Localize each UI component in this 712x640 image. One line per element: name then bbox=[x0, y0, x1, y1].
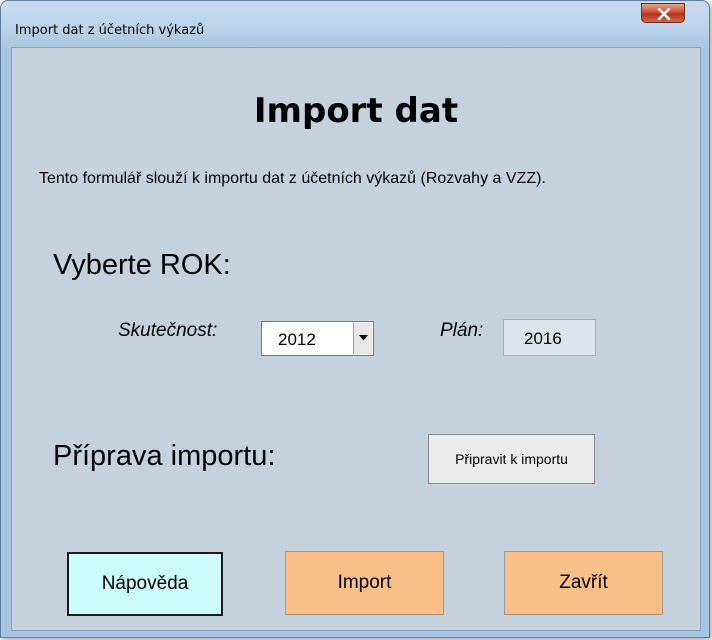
close-button[interactable]: Zavřít bbox=[504, 551, 663, 615]
form-description: Tento formulář slouží k importu dat z úč… bbox=[39, 170, 546, 187]
window-title: Import dat z účetních výkazů bbox=[15, 23, 205, 38]
form-heading: Import dat bbox=[253, 91, 459, 131]
prep-section-label: Příprava importu: bbox=[53, 440, 276, 472]
title-bar[interactable]: Import dat z účetních výkazů bbox=[1, 1, 709, 41]
dropdown-button[interactable] bbox=[353, 323, 372, 354]
prepare-import-button[interactable]: Připravit k importu bbox=[428, 434, 595, 484]
actual-year-label: Skutečnost: bbox=[118, 320, 218, 341]
help-button[interactable]: Nápověda bbox=[67, 552, 223, 616]
plan-year-label: Plán: bbox=[440, 320, 484, 341]
year-section-label: Vyberte ROK: bbox=[53, 249, 231, 281]
form-body: Import dat Tento formulář slouží k impor… bbox=[11, 47, 701, 631]
import-button[interactable]: Import bbox=[285, 551, 444, 615]
actual-year-value: 2012 bbox=[278, 330, 316, 349]
chevron-down-icon bbox=[359, 335, 368, 341]
dialog-window: Import dat z účetních výkazů Import dat … bbox=[0, 0, 710, 638]
plan-year-value: 2016 bbox=[524, 329, 562, 348]
close-icon bbox=[657, 8, 671, 20]
actual-year-select[interactable]: 2012 bbox=[261, 321, 374, 356]
plan-year-field: 2016 bbox=[503, 319, 596, 356]
window-close-button[interactable] bbox=[641, 3, 685, 23]
